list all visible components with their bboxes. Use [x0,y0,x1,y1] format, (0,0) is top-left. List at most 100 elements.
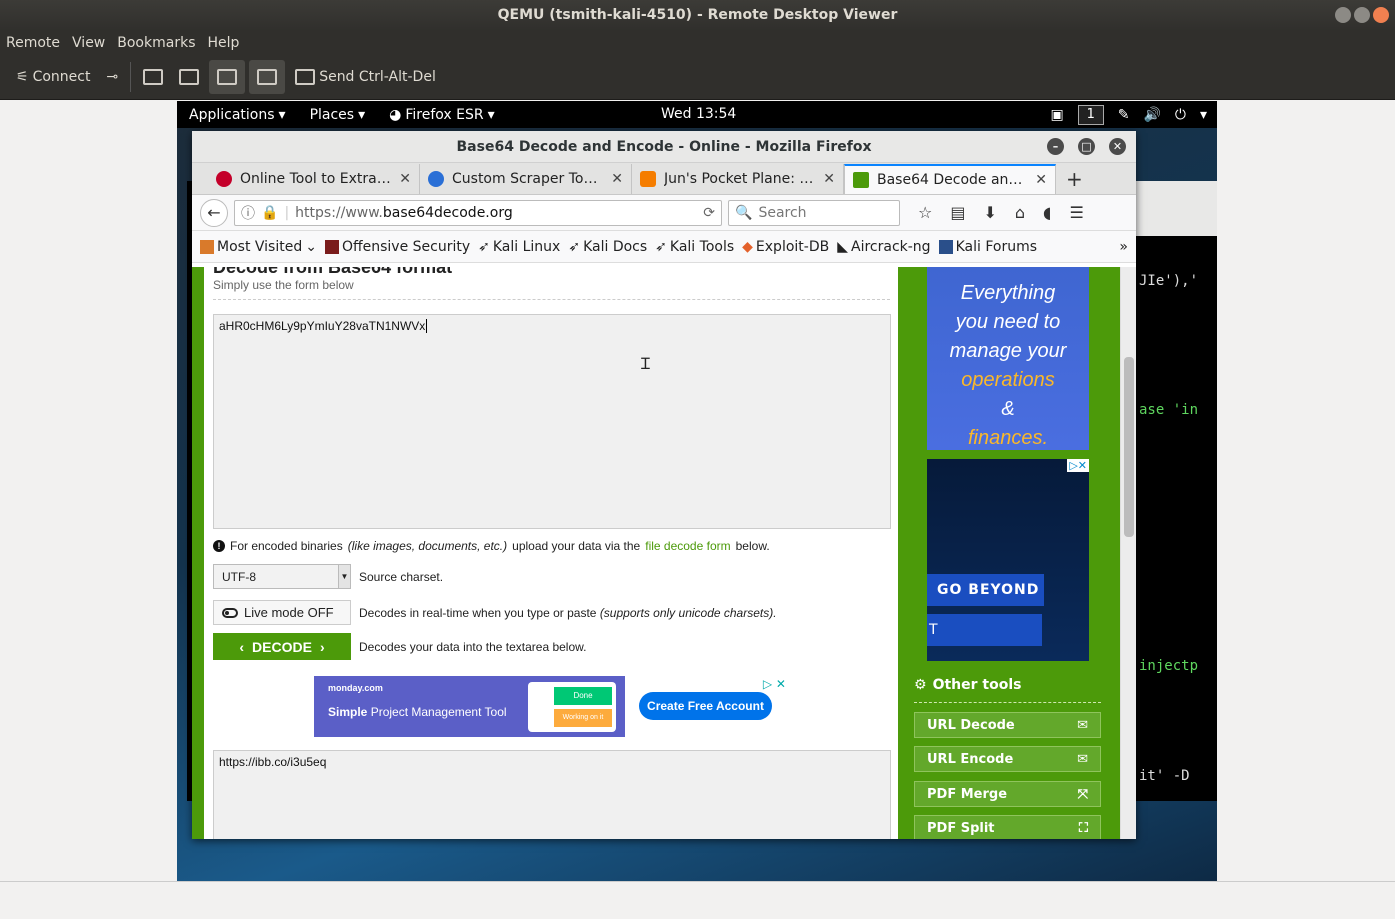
tab-label: Custom Scraper Tool ... [452,171,604,187]
bookmark-most-visited[interactable]: Most Visited ⌄ [200,239,317,255]
tab-online-tool[interactable]: Online Tool to Extract... ✕ [208,164,420,194]
maximize-icon[interactable]: □ [1078,138,1095,155]
close-icon[interactable] [1373,7,1389,23]
video-icon[interactable]: ▣ [1050,107,1063,123]
home-icon[interactable]: ⌂ [1015,203,1025,222]
chevron-down-icon: ⌄ [305,238,317,255]
page-content: Decode from Base64 format Simply use the… [192,267,1136,839]
close-icon[interactable]: ✕ [823,171,835,187]
pen-icon[interactable]: ✎ [1118,107,1130,123]
pocket-icon[interactable]: ◖ [1043,203,1051,222]
menu-bookmarks[interactable]: Bookmarks [111,35,201,51]
adchoices-icon[interactable]: ▷✕ [1067,459,1089,472]
fullscreen-icon [143,69,164,85]
bookmark-kali-docs[interactable]: ➶ Kali Docs [568,239,647,255]
toggle-icon [222,607,238,618]
places-menu[interactable]: Places ▾ [298,107,378,123]
bookmarks-overflow-icon[interactable]: » [1119,239,1128,255]
clock[interactable]: Wed 13:54 [661,101,736,128]
bookmark-kali-tools[interactable]: ➶ Kali Tools [655,239,734,255]
info-text: below. [735,539,770,553]
star-icon[interactable]: ☆ [918,203,932,222]
input-text: aHR0cHM6Ly9pYmIuY28vaTN1NWVx [219,319,426,333]
main-column: Decode from Base64 format Simply use the… [204,267,898,839]
bookmark-kali-forums[interactable]: Kali Forums [938,239,1037,255]
url-bar[interactable]: ⓘ 🔒 | https://www.base64decode.org ⟳ [234,199,722,226]
maximize-icon[interactable] [1354,7,1370,23]
ad-cta-button[interactable]: Create Free Account [639,692,772,720]
sidebar-ad-2[interactable]: ▷✕ GO BEYOND T [927,459,1089,661]
output-textarea[interactable]: https://ibb.co/i3u5eq [213,750,891,839]
charset-select[interactable]: UTF-8 ▼ [213,564,351,589]
connect-button[interactable]: ⚟ Connect [8,60,98,94]
bookmark-exploit-db[interactable]: ◆ Exploit-DB [742,239,829,255]
bookmark-aircrack[interactable]: ◣ Aircrack-ng [837,239,930,255]
tool-pdf-split[interactable]: PDF Split ⛶ [914,815,1101,839]
reading-list-icon[interactable]: ▤ [950,203,965,222]
volume-icon[interactable]: 🔊 [1143,107,1160,123]
bookmark-label: Offensive Security [341,238,471,255]
power-icon[interactable]: ⏻ [1175,107,1186,123]
file-decode-link[interactable]: file decode form [645,539,730,553]
bookmark-kali-linux[interactable]: ➶ Kali Linux [478,239,560,255]
bookmark-label: Aircrack-ng [851,238,931,255]
terminal-line: JIe'),' [1139,273,1199,289]
search-input[interactable]: 🔍 Search [728,199,900,226]
fullscreen-button[interactable] [135,60,171,94]
scaling-button[interactable] [209,60,246,94]
applications-menu[interactable]: Applications ▾ [177,107,298,123]
scaling-icon [217,69,238,85]
firefox-window[interactable]: Base64 Decode and Encode - Online - Mozi… [192,131,1136,839]
new-tab-icon[interactable]: + [1056,164,1093,194]
ad-brand: monday.com [328,683,383,693]
nav-icons: ☆ ▤ ⬇ ⌂ ◖ ☰ [918,203,1084,222]
close-icon[interactable]: ✕ [611,171,623,187]
scrollbar-thumb[interactable] [1124,357,1134,537]
page-heading: Decode from Base64 format [213,267,453,277]
gear-icon: ⚙ [914,677,927,693]
page-scrollbar[interactable] [1120,267,1136,839]
divider [213,299,890,300]
info-icon: ! [213,540,225,552]
screenshot-button[interactable] [171,60,207,94]
live-mode-toggle[interactable]: Live mode OFF [213,600,351,625]
keyboard-grab-button[interactable] [249,60,286,94]
window-controls [1335,7,1389,23]
decode-desc: Decodes your data into the textarea belo… [359,639,587,654]
tool-url-encode[interactable]: URL Encode ✉ [914,746,1101,772]
ad-banner[interactable]: monday.com Simple Project Management Too… [314,676,790,737]
info-icon[interactable]: ⓘ [241,203,255,223]
menu-remote[interactable]: Remote [0,35,66,51]
back-icon[interactable]: ← [200,198,228,227]
send-cad-button[interactable]: Send Ctrl-Alt-Del [287,60,444,94]
close-icon[interactable]: ✕ [1109,138,1126,155]
tab-label: Jun's Pocket Plane: W... [664,171,816,187]
tab-pocket-plane[interactable]: Jun's Pocket Plane: W... ✕ [632,164,844,194]
close-icon[interactable]: ✕ [1035,172,1047,188]
menu-help[interactable]: Help [201,35,245,51]
close-icon[interactable]: ✕ [399,171,411,187]
binary-info: ! For encoded binaries (like images, doc… [213,539,770,553]
disconnect-button[interactable]: ⊸ [98,60,126,94]
tool-url-decode[interactable]: URL Decode ✉ [914,712,1101,738]
menu-view[interactable]: View [66,35,111,51]
firefox-esr-menu[interactable]: ◕ Firefox ESR ▾ [377,107,507,123]
tab-custom-scraper[interactable]: Custom Scraper Tool ... ✕ [420,164,632,194]
bookmark-offensive-security[interactable]: Offensive Security [324,238,471,255]
tool-pdf-merge[interactable]: PDF Merge ⤧ [914,781,1101,807]
minimize-icon[interactable]: – [1047,138,1064,155]
minimize-icon[interactable] [1335,7,1351,23]
input-textarea[interactable]: aHR0cHM6Ly9pYmIuY28vaTN1NWVx [213,314,891,529]
workspace-indicator[interactable]: 1 [1077,104,1104,125]
reload-icon[interactable]: ⟳ [703,205,715,221]
hamburger-menu-icon[interactable]: ☰ [1069,203,1083,222]
caret-down-icon: ▾ [487,106,495,123]
adchoices-icon[interactable]: ▷ ✕ [763,677,786,691]
tab-base64[interactable]: Base64 Decode and E... ✕ [844,164,1056,194]
ad-line-highlight: operations [961,369,1055,391]
download-icon[interactable]: ⬇ [983,203,996,222]
ad-headline-rest: Project Management Tool [370,705,507,719]
sidebar-ad[interactable]: Everything you need to manage your opera… [927,267,1089,450]
caret-down-icon[interactable]: ▾ [1200,107,1207,123]
decode-button[interactable]: ‹ DECODE › [213,633,351,660]
